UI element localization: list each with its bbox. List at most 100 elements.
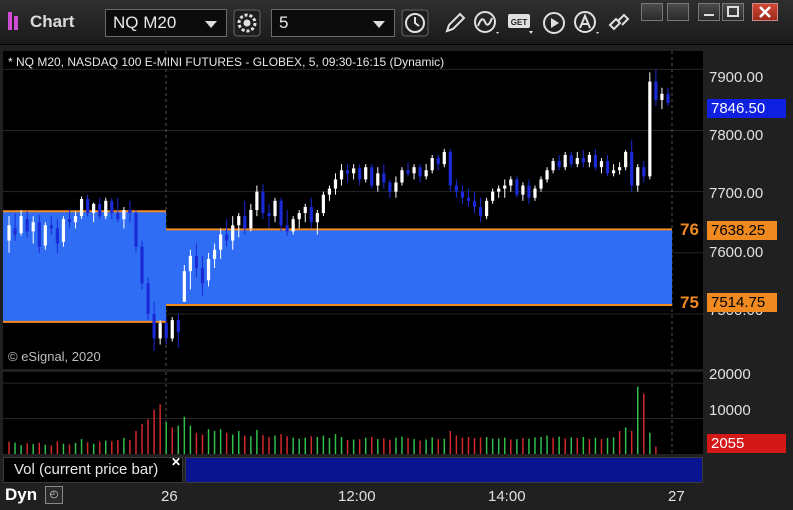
interval-value: 5 xyxy=(279,13,289,32)
chevron-down-icon[interactable] xyxy=(373,21,385,28)
zone-label: 76 xyxy=(680,220,699,239)
candle-body xyxy=(611,170,616,174)
volume-panel-label[interactable]: Vol (current price bar) xyxy=(3,457,183,483)
candle-body xyxy=(485,200,489,217)
chevron-down-icon[interactable] xyxy=(205,21,217,28)
candle-body xyxy=(267,213,271,217)
candle-body xyxy=(188,255,192,272)
candle-body xyxy=(110,200,114,214)
candle-body xyxy=(164,323,168,339)
candle-body xyxy=(140,246,144,284)
candle-body xyxy=(527,185,531,198)
interval-select[interactable]: 5 xyxy=(271,9,395,37)
restore-link-icon[interactable] xyxy=(667,3,689,21)
last-price-tag: 7846.50 xyxy=(707,99,786,118)
candle-body xyxy=(376,173,380,186)
candle-body xyxy=(370,167,374,186)
window-title: Chart xyxy=(30,12,75,31)
price-axis-label: 7800.00 xyxy=(709,127,764,144)
candle-body xyxy=(569,154,573,165)
candle-body xyxy=(412,167,416,174)
get-label: GET xyxy=(511,18,528,27)
candle-body xyxy=(460,191,465,198)
candle-body xyxy=(466,197,471,201)
candle-body xyxy=(424,170,428,177)
volume-chart-area[interactable] xyxy=(3,372,703,454)
link-icon[interactable] xyxy=(604,9,632,37)
mode-label[interactable]: Dyn xyxy=(5,485,37,505)
close-button[interactable] xyxy=(752,3,778,21)
candle-body xyxy=(436,158,440,165)
candle-body xyxy=(382,173,386,183)
candle-body xyxy=(7,225,11,241)
time-axis-label: 12:00 xyxy=(338,488,376,505)
candle-body xyxy=(364,167,368,180)
volume-chart[interactable] xyxy=(3,372,703,454)
pencil-draw-icon[interactable] xyxy=(441,9,469,37)
candle-body xyxy=(497,188,501,192)
lock-scale-icon[interactable]: ◴ xyxy=(45,486,63,504)
candle-body xyxy=(327,188,332,195)
volume-panel-bar xyxy=(185,457,703,483)
play-icon[interactable] xyxy=(540,9,568,37)
zone-label: 75 xyxy=(680,293,699,312)
candle-body xyxy=(243,216,247,229)
pin-window-icon[interactable] xyxy=(641,3,663,21)
title-bar: Chart NQ M20 5 GET xyxy=(0,0,793,45)
last-volume-tag: 2055 xyxy=(707,434,786,453)
alert-icon[interactable] xyxy=(572,9,600,37)
candle-body xyxy=(454,185,458,192)
candle-body xyxy=(515,179,519,195)
zone-price-tag: 7638.25 xyxy=(707,221,777,240)
candle-body xyxy=(418,167,422,177)
maximize-button[interactable] xyxy=(722,3,744,21)
candle-body xyxy=(104,200,108,217)
candle-body xyxy=(176,320,180,333)
symbol-select[interactable]: NQ M20 xyxy=(105,9,227,37)
candle-body xyxy=(122,210,126,220)
candle-body xyxy=(86,198,90,214)
candle-body xyxy=(13,228,17,235)
price-chart[interactable] xyxy=(3,51,703,369)
candle-body xyxy=(49,225,53,229)
candle-body xyxy=(442,151,446,165)
app-logo-icon xyxy=(8,12,22,30)
time-axis-label: 26 xyxy=(161,488,178,505)
candle-body xyxy=(394,182,398,192)
candle-body xyxy=(225,234,229,241)
candle-body xyxy=(315,213,319,223)
candle-body xyxy=(557,161,561,168)
settings-gear-icon[interactable] xyxy=(233,9,261,37)
candle-body xyxy=(388,182,392,192)
candle-body xyxy=(636,167,640,186)
candle-body xyxy=(219,234,223,250)
candle-body xyxy=(31,222,35,232)
close-icon[interactable]: ✕ xyxy=(171,455,181,469)
candle-body xyxy=(400,170,404,183)
candle-body xyxy=(345,170,350,174)
candle-body xyxy=(352,168,356,174)
candle-body xyxy=(430,158,434,171)
candle-body xyxy=(206,258,211,281)
candle-body xyxy=(533,188,537,198)
candle-body xyxy=(98,203,102,217)
get-data-icon[interactable]: GET xyxy=(506,9,534,37)
candle-body xyxy=(279,200,283,226)
candle-body xyxy=(61,219,66,242)
minimize-button[interactable] xyxy=(698,3,720,21)
candle-body xyxy=(170,320,174,339)
candle-body xyxy=(624,151,628,168)
candle-body xyxy=(146,283,150,314)
candle-body xyxy=(194,255,199,269)
candle-body xyxy=(212,249,217,259)
candle-body xyxy=(303,206,307,214)
clock-icon[interactable] xyxy=(401,9,429,37)
candle-body xyxy=(654,81,658,100)
candle-body xyxy=(333,179,338,189)
candle-body xyxy=(491,191,495,201)
volume-axis-label: 20000 xyxy=(709,366,751,383)
study-curve-icon[interactable] xyxy=(472,9,500,37)
candle-body xyxy=(297,213,301,220)
candle-body xyxy=(599,161,604,168)
price-chart-area[interactable] xyxy=(3,51,703,369)
